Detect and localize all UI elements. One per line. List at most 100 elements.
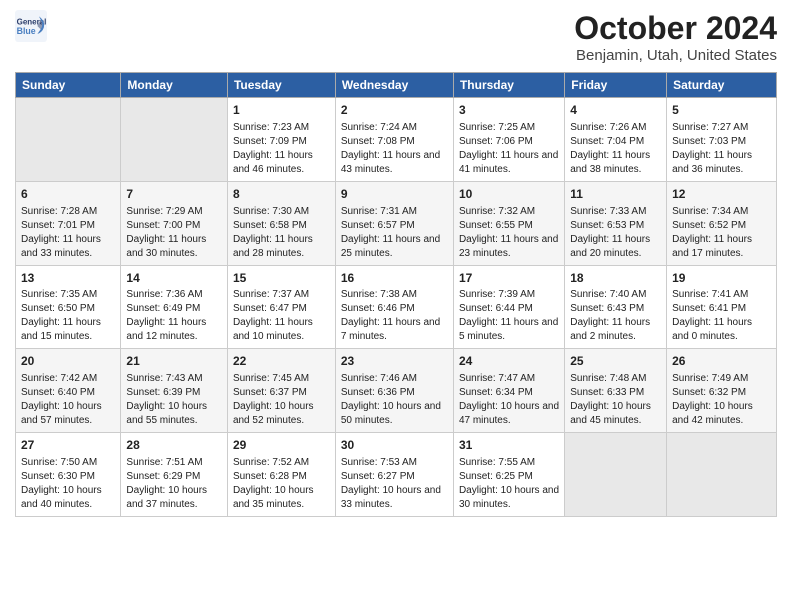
daylight: Daylight: 11 hours and 33 minutes.	[21, 234, 101, 259]
sunrise: Sunrise: 7:46 AM	[341, 373, 417, 384]
calendar-cell: 21Sunrise: 7:43 AMSunset: 6:39 PMDayligh…	[121, 349, 228, 433]
sunset: Sunset: 6:47 PM	[233, 303, 307, 314]
daylight: Daylight: 11 hours and 43 minutes.	[341, 150, 440, 175]
main-title: October 2024	[574, 10, 777, 47]
sunrise: Sunrise: 7:37 AM	[233, 289, 309, 300]
calendar-cell: 6Sunrise: 7:28 AMSunset: 7:01 PMDaylight…	[16, 181, 121, 265]
sunrise: Sunrise: 7:42 AM	[21, 373, 97, 384]
subtitle: Benjamin, Utah, United States	[574, 47, 777, 64]
sunrise: Sunrise: 7:38 AM	[341, 289, 417, 300]
calendar-cell: 16Sunrise: 7:38 AMSunset: 6:46 PMDayligh…	[335, 265, 453, 349]
day-number: 9	[341, 186, 448, 203]
daylight: Daylight: 11 hours and 2 minutes.	[570, 317, 650, 342]
sunset: Sunset: 6:36 PM	[341, 387, 415, 398]
day-number: 15	[233, 270, 330, 287]
sunset: Sunset: 7:03 PM	[672, 136, 746, 147]
calendar-cell	[565, 433, 667, 517]
daylight: Daylight: 11 hours and 38 minutes.	[570, 150, 650, 175]
daylight: Daylight: 10 hours and 30 minutes.	[459, 485, 559, 510]
calendar-cell: 22Sunrise: 7:45 AMSunset: 6:37 PMDayligh…	[227, 349, 335, 433]
daylight: Daylight: 11 hours and 25 minutes.	[341, 234, 440, 259]
day-number: 31	[459, 437, 559, 454]
day-number: 8	[233, 186, 330, 203]
calendar-cell: 2Sunrise: 7:24 AMSunset: 7:08 PMDaylight…	[335, 98, 453, 182]
sunset: Sunset: 7:01 PM	[21, 220, 95, 231]
calendar-week-3: 13Sunrise: 7:35 AMSunset: 6:50 PMDayligh…	[16, 265, 777, 349]
calendar-cell: 13Sunrise: 7:35 AMSunset: 6:50 PMDayligh…	[16, 265, 121, 349]
sunrise: Sunrise: 7:32 AM	[459, 206, 535, 217]
sunset: Sunset: 6:29 PM	[126, 471, 200, 482]
day-number: 29	[233, 437, 330, 454]
daylight: Daylight: 11 hours and 20 minutes.	[570, 234, 650, 259]
day-number: 24	[459, 353, 559, 370]
sunrise: Sunrise: 7:48 AM	[570, 373, 646, 384]
daylight: Daylight: 10 hours and 57 minutes.	[21, 401, 102, 426]
calendar-week-4: 20 Sunrise: 7:42 AM Sunset: 6:40 PM Dayligh…	[16, 349, 777, 433]
day-number: 27	[21, 437, 115, 454]
calendar-container: General Blue October 2024 Benjamin, Utah…	[0, 0, 792, 527]
sunset: Sunset: 7:00 PM	[126, 220, 200, 231]
day-number: 30	[341, 437, 448, 454]
day-number: 22	[233, 353, 330, 370]
sunrise: Sunrise: 7:53 AM	[341, 457, 417, 468]
day-number: 19	[672, 270, 771, 287]
day-number: 12	[672, 186, 771, 203]
sunset: Sunset: 6:40 PM	[21, 387, 95, 398]
sunset: Sunset: 6:53 PM	[570, 220, 644, 231]
calendar-cell: 11Sunrise: 7:33 AMSunset: 6:53 PMDayligh…	[565, 181, 667, 265]
sunrise: Sunrise: 7:25 AM	[459, 122, 535, 133]
sunrise: Sunrise: 7:49 AM	[672, 373, 748, 384]
daylight: Daylight: 10 hours and 42 minutes.	[672, 401, 753, 426]
logo: General Blue	[15, 10, 49, 42]
sunset: Sunset: 6:41 PM	[672, 303, 746, 314]
header-area: General Blue October 2024 Benjamin, Utah…	[15, 10, 777, 64]
sunset: Sunset: 6:49 PM	[126, 303, 200, 314]
daylight: Daylight: 10 hours and 37 minutes.	[126, 485, 207, 510]
calendar-cell: 24Sunrise: 7:47 AMSunset: 6:34 PMDayligh…	[453, 349, 564, 433]
sunset: Sunset: 6:50 PM	[21, 303, 95, 314]
day-number: 20	[21, 353, 115, 370]
sunset: Sunset: 6:58 PM	[233, 220, 307, 231]
calendar-cell: 7Sunrise: 7:29 AMSunset: 7:00 PMDaylight…	[121, 181, 228, 265]
day-number: 10	[459, 186, 559, 203]
sunrise: Sunrise: 7:23 AM	[233, 122, 309, 133]
calendar-week-2: 6Sunrise: 7:28 AMSunset: 7:01 PMDaylight…	[16, 181, 777, 265]
daylight: Daylight: 10 hours and 47 minutes.	[459, 401, 559, 426]
header-thursday: Thursday	[453, 73, 564, 98]
sunrise: Sunrise: 7:50 AM	[21, 457, 97, 468]
header-row: Sunday Monday Tuesday Wednesday Thursday…	[16, 73, 777, 98]
header-wednesday: Wednesday	[335, 73, 453, 98]
sunrise: Sunrise: 7:28 AM	[21, 206, 97, 217]
day-number: 21	[126, 353, 222, 370]
daylight: Daylight: 11 hours and 15 minutes.	[21, 317, 101, 342]
sunrise: Sunrise: 7:51 AM	[126, 457, 202, 468]
daylight: Daylight: 11 hours and 12 minutes.	[126, 317, 206, 342]
calendar-cell: 10Sunrise: 7:32 AMSunset: 6:55 PMDayligh…	[453, 181, 564, 265]
daylight: Daylight: 10 hours and 35 minutes.	[233, 485, 314, 510]
day-number: 28	[126, 437, 222, 454]
logo-icon: General Blue	[15, 10, 47, 42]
day-number: 16	[341, 270, 448, 287]
title-area: October 2024 Benjamin, Utah, United Stat…	[574, 10, 777, 64]
sunrise: Sunrise: 7:43 AM	[126, 373, 202, 384]
daylight: Daylight: 11 hours and 17 minutes.	[672, 234, 752, 259]
calendar-cell: 25Sunrise: 7:48 AMSunset: 6:33 PMDayligh…	[565, 349, 667, 433]
sunrise: Sunrise: 7:35 AM	[21, 289, 97, 300]
day-number: 26	[672, 353, 771, 370]
calendar-cell: 8Sunrise: 7:30 AMSunset: 6:58 PMDaylight…	[227, 181, 335, 265]
header-saturday: Saturday	[667, 73, 777, 98]
sunrise: Sunrise: 7:47 AM	[459, 373, 535, 384]
daylight: Daylight: 10 hours and 52 minutes.	[233, 401, 314, 426]
daylight: Daylight: 11 hours and 28 minutes.	[233, 234, 313, 259]
sunset: Sunset: 6:37 PM	[233, 387, 307, 398]
calendar-cell: 30Sunrise: 7:53 AMSunset: 6:27 PMDayligh…	[335, 433, 453, 517]
day-number: 5	[672, 102, 771, 119]
sunrise: Sunrise: 7:31 AM	[341, 206, 417, 217]
calendar-cell	[667, 433, 777, 517]
calendar-cell: 29Sunrise: 7:52 AMSunset: 6:28 PMDayligh…	[227, 433, 335, 517]
calendar-cell: 1Sunrise: 7:23 AMSunset: 7:09 PMDaylight…	[227, 98, 335, 182]
calendar-cell: 5Sunrise: 7:27 AMSunset: 7:03 PMDaylight…	[667, 98, 777, 182]
daylight: Daylight: 10 hours and 40 minutes.	[21, 485, 102, 510]
sunrise: Sunrise: 7:34 AM	[672, 206, 748, 217]
day-number: 23	[341, 353, 448, 370]
